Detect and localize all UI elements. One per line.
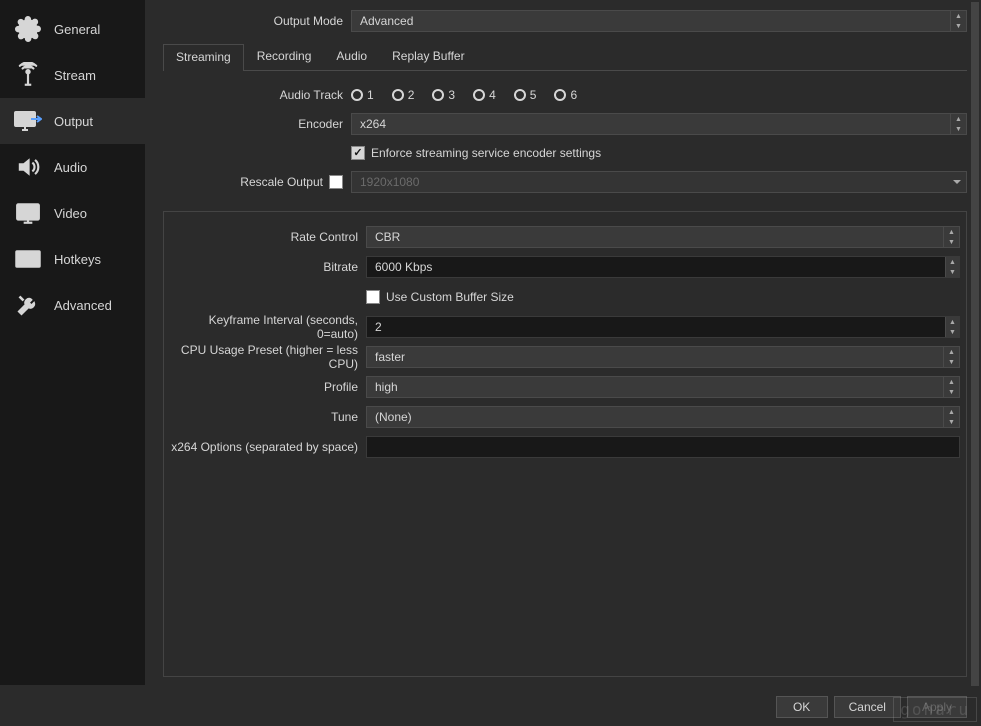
chevron-down-icon <box>952 178 962 186</box>
rescale-label: Rescale Output <box>240 175 323 189</box>
keyframe-value: 2 <box>375 320 382 334</box>
tab-recording[interactable]: Recording <box>245 44 324 70</box>
encoder-select[interactable]: x264 ▲▼ <box>351 113 967 135</box>
output-mode-select[interactable]: Advanced ▲▼ <box>351 10 967 32</box>
monitor-icon <box>14 199 42 227</box>
audio-track-option: 3 <box>448 88 455 102</box>
audio-track-option: 5 <box>530 88 537 102</box>
tools-icon <box>14 291 42 319</box>
rate-control-select[interactable]: CBR ▲▼ <box>366 226 960 248</box>
profile-label: Profile <box>170 380 366 394</box>
rate-control-value: CBR <box>375 230 400 244</box>
select-spinner-icon: ▲▼ <box>950 11 966 31</box>
bitrate-label: Bitrate <box>170 260 366 274</box>
audio-track-option: 4 <box>489 88 496 102</box>
audio-track-radio-6[interactable] <box>554 89 566 101</box>
select-spinner-icon: ▲▼ <box>943 377 959 397</box>
sidebar-item-label: Video <box>54 206 87 221</box>
scrollbar-thumb[interactable] <box>971 2 979 686</box>
audio-track-option: 2 <box>408 88 415 102</box>
sidebar-item-output[interactable]: Output <box>0 98 145 144</box>
gear-icon <box>14 15 42 43</box>
select-spinner-icon: ▲▼ <box>943 227 959 247</box>
rate-control-label: Rate Control <box>170 230 366 244</box>
sidebar-item-audio[interactable]: Audio <box>0 144 145 190</box>
tab-audio[interactable]: Audio <box>324 44 379 70</box>
number-spinner-icon[interactable]: ▲▼ <box>945 317 959 337</box>
number-spinner-icon[interactable]: ▲▼ <box>945 257 959 277</box>
select-spinner-icon: ▲▼ <box>950 114 966 134</box>
select-spinner-icon: ▲▼ <box>943 407 959 427</box>
output-tabs: Streaming Recording Audio Replay Buffer <box>163 44 967 71</box>
audio-track-label: Audio Track <box>163 88 351 102</box>
x264-opts-label: x264 Options (separated by space) <box>170 440 366 454</box>
tune-value: (None) <box>375 410 412 424</box>
cpu-preset-value: faster <box>375 350 405 364</box>
sidebar-item-video[interactable]: Video <box>0 190 145 236</box>
sidebar-item-advanced[interactable]: Advanced <box>0 282 145 328</box>
cpu-preset-select[interactable]: faster ▲▼ <box>366 346 960 368</box>
audio-track-radio-2[interactable] <box>392 89 404 101</box>
sidebar-item-label: Stream <box>54 68 96 83</box>
speaker-icon <box>14 153 42 181</box>
output-mode-label: Output Mode <box>163 14 351 28</box>
encoder-settings-panel: Rate Control CBR ▲▼ Bitrate 6000 Kbps ▲▼… <box>163 211 967 677</box>
antenna-icon <box>14 61 42 89</box>
settings-sidebar: General Stream Output Audio Video <box>0 0 145 685</box>
audio-track-option: 1 <box>367 88 374 102</box>
monitor-arrow-icon <box>14 107 42 135</box>
x264-opts-input[interactable] <box>366 436 960 458</box>
tab-replay-buffer[interactable]: Replay Buffer <box>380 44 477 70</box>
cpu-preset-label: CPU Usage Preset (higher = less CPU) <box>170 343 366 371</box>
audio-track-radio-3[interactable] <box>432 89 444 101</box>
audio-track-radio-1[interactable] <box>351 89 363 101</box>
audio-track-option: 6 <box>570 88 577 102</box>
enforce-label: Enforce streaming service encoder settin… <box>371 146 601 160</box>
watermark: goharu <box>893 697 977 722</box>
sidebar-item-hotkeys[interactable]: Hotkeys <box>0 236 145 282</box>
sidebar-item-label: Audio <box>54 160 87 175</box>
ok-button[interactable]: OK <box>776 696 828 718</box>
keyframe-input[interactable]: 2 ▲▼ <box>366 316 960 338</box>
encoder-label: Encoder <box>163 117 351 131</box>
rescale-select[interactable]: 1920x1080 <box>351 171 967 193</box>
encoder-value: x264 <box>360 117 386 131</box>
custom-buffer-checkbox[interactable] <box>366 290 380 304</box>
cancel-button[interactable]: Cancel <box>834 696 901 718</box>
bitrate-value: 6000 Kbps <box>375 260 432 274</box>
tune-label: Tune <box>170 410 366 424</box>
audio-track-radio-5[interactable] <box>514 89 526 101</box>
vertical-scrollbar[interactable] <box>971 2 979 686</box>
sidebar-item-label: General <box>54 22 100 37</box>
keyframe-label: Keyframe Interval (seconds, 0=auto) <box>170 313 366 341</box>
main-panel: Output Mode Advanced ▲▼ Streaming Record… <box>145 0 981 685</box>
rescale-value: 1920x1080 <box>360 175 419 189</box>
tab-streaming[interactable]: Streaming <box>163 44 244 71</box>
sidebar-item-label: Advanced <box>54 298 112 313</box>
profile-value: high <box>375 380 398 394</box>
sidebar-item-stream[interactable]: Stream <box>0 52 145 98</box>
bitrate-input[interactable]: 6000 Kbps ▲▼ <box>366 256 960 278</box>
profile-select[interactable]: high ▲▼ <box>366 376 960 398</box>
audio-track-radio-4[interactable] <box>473 89 485 101</box>
tune-select[interactable]: (None) ▲▼ <box>366 406 960 428</box>
custom-buffer-label: Use Custom Buffer Size <box>386 290 514 304</box>
rescale-checkbox[interactable] <box>329 175 343 189</box>
sidebar-item-general[interactable]: General <box>0 6 145 52</box>
enforce-checkbox[interactable] <box>351 146 365 160</box>
sidebar-item-label: Output <box>54 114 93 129</box>
select-spinner-icon: ▲▼ <box>943 347 959 367</box>
output-mode-value: Advanced <box>360 14 413 28</box>
keyboard-icon <box>14 245 42 273</box>
sidebar-item-label: Hotkeys <box>54 252 101 267</box>
